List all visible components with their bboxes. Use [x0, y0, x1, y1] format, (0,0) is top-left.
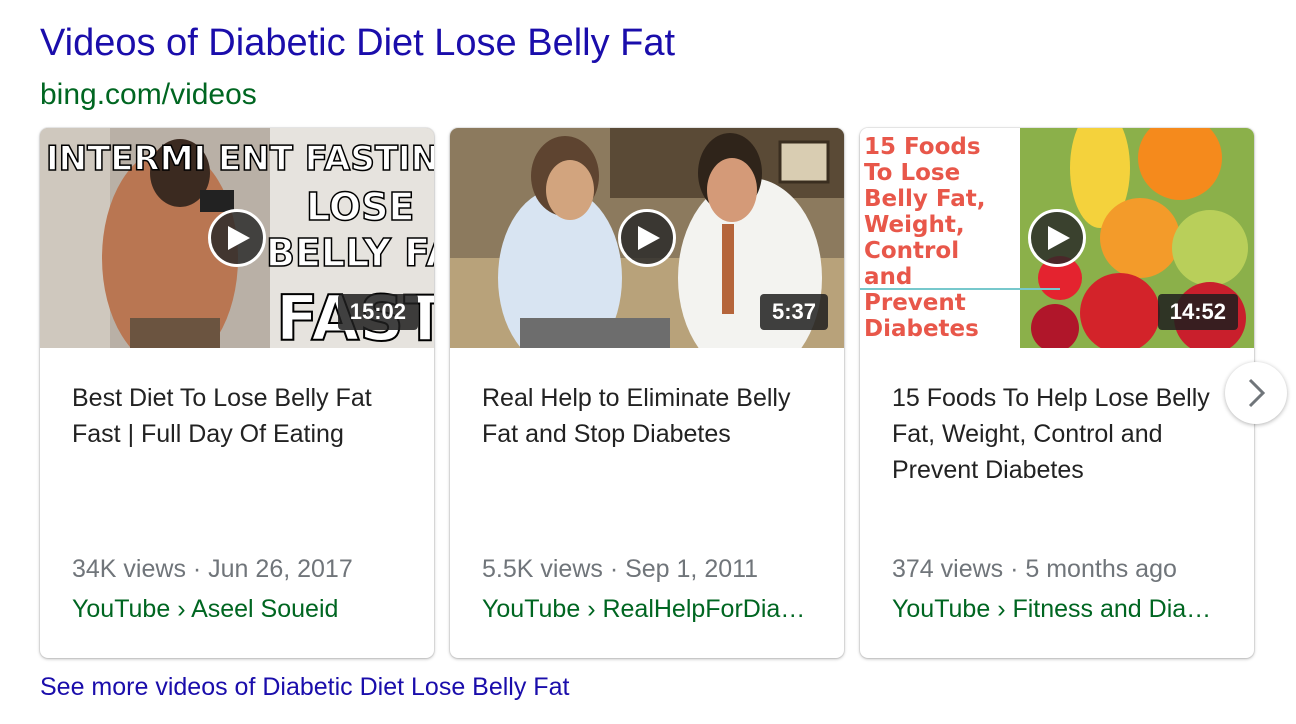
results-heading[interactable]: Videos of Diabetic Diet Lose Belly Fat: [40, 22, 675, 65]
video-channel[interactable]: YouTube › RealHelpForDia…: [482, 595, 822, 624]
see-more-link[interactable]: See more videos of Diabetic Diet Lose Be…: [40, 673, 569, 702]
video-meta: 374 views · 5 months ago: [892, 555, 1177, 583]
thumb-text-1: INTERMI ENT FASTING: [46, 139, 434, 179]
video-thumbnail[interactable]: 5:37: [450, 128, 844, 348]
thumb-text-6: and: [864, 264, 912, 290]
thumb-text-3: BELLY FAT: [266, 231, 434, 275]
video-card-1[interactable]: INTERMI ENT FASTING LOSE BELLY FAT FAST …: [40, 128, 434, 658]
carousel-next-button[interactable]: [1225, 362, 1287, 424]
video-title[interactable]: Best Diet To Lose Belly Fat Fast | Full …: [72, 380, 417, 452]
thumb-text-2: LOSE: [306, 185, 415, 229]
video-channel[interactable]: YouTube › Fitness and Dia…: [892, 595, 1232, 624]
thumb-text-4: Weight,: [864, 212, 965, 238]
video-title[interactable]: Real Help to Eliminate Belly Fat and Sto…: [482, 380, 827, 452]
video-thumbnail[interactable]: 15 Foods To Lose Belly Fat, Weight, Cont…: [860, 128, 1254, 348]
thumb-text-2: To Lose: [864, 160, 960, 186]
chevron-right-icon: [1248, 378, 1266, 408]
source-url: bing.com/videos: [40, 78, 257, 111]
thumb-text-3: Belly Fat,: [864, 186, 986, 212]
play-icon[interactable]: [208, 209, 266, 267]
video-meta: 34K views · Jun 26, 2017: [72, 555, 353, 583]
duration-badge: 15:02: [337, 294, 418, 330]
play-icon[interactable]: [618, 209, 676, 267]
thumb-text-8: Diabetes: [864, 316, 979, 342]
video-thumbnail[interactable]: INTERMI ENT FASTING LOSE BELLY FAT FAST …: [40, 128, 434, 348]
video-channel[interactable]: YouTube › Aseel Soueid: [72, 595, 412, 624]
thumb-text-5: Control: [864, 238, 959, 264]
play-icon[interactable]: [1028, 209, 1086, 267]
thumb-text-1: 15 Foods: [864, 134, 981, 160]
video-title[interactable]: 15 Foods To Help Lose Belly Fat, Weight,…: [892, 380, 1237, 488]
video-meta: 5.5K views · Sep 1, 2011: [482, 555, 759, 583]
duration-badge: 5:37: [759, 294, 828, 330]
video-card-3[interactable]: 15 Foods To Lose Belly Fat, Weight, Cont…: [860, 128, 1254, 658]
duration-badge: 14:52: [1157, 294, 1238, 330]
thumb-text-7: Prevent: [864, 290, 966, 316]
video-card-2[interactable]: 5:37 Real Help to Eliminate Belly Fat an…: [450, 128, 844, 658]
